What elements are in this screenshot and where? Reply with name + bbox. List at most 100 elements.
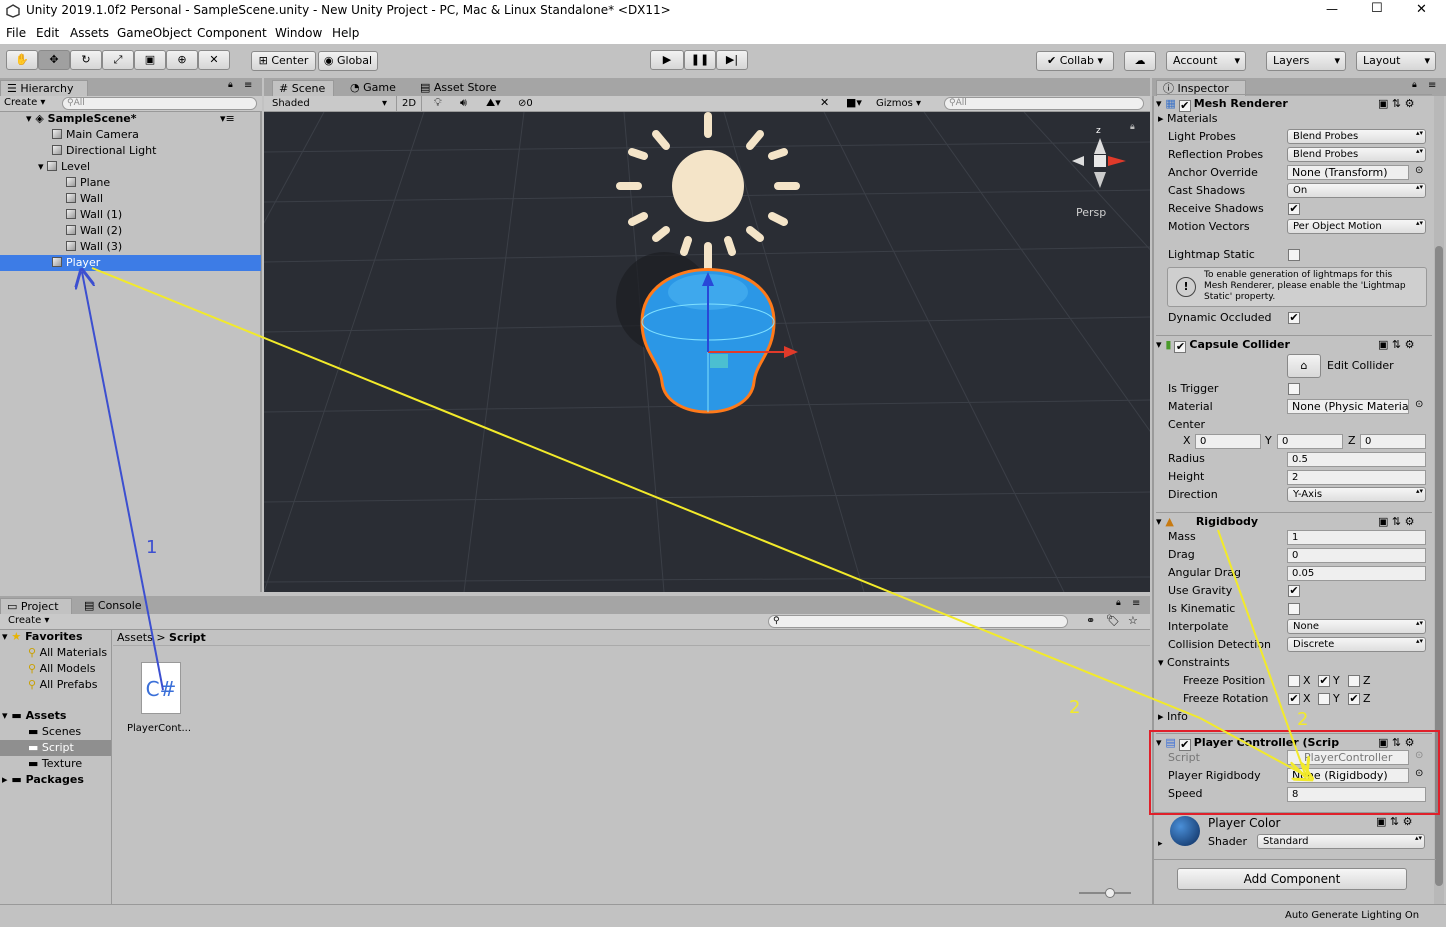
hierarchy-item-player[interactable]: Player — [0, 255, 261, 271]
favorite-all-models[interactable]: ⚲ All Models — [28, 662, 95, 675]
hierarchy-item-wall-1[interactable]: Wall (1) — [0, 207, 261, 223]
scene-search-input[interactable]: ⚲All — [944, 97, 1144, 110]
scene-viewport[interactable]: z Persp 🔒︎ — [264, 112, 1150, 592]
folder-scenes[interactable]: ▬ Scenes — [28, 725, 81, 738]
assets-folder[interactable]: ▾ ▬ Assets — [2, 709, 66, 722]
packages-folder[interactable]: ▸ ▬ Packages — [2, 773, 84, 786]
drag-field[interactable]: 0 — [1287, 548, 1426, 563]
scale-tool-icon[interactable]: ⤢ — [102, 50, 134, 70]
project-menu-icon[interactable]: ≡ — [1132, 598, 1140, 609]
hierarchy-create-button[interactable]: Create ▾ — [4, 97, 45, 108]
lighting-toggle-icon[interactable]: 💡︎ — [434, 96, 442, 110]
transform-tool-icon[interactable]: ⊕ — [166, 50, 198, 70]
filter-type-icon[interactable]: ⚭ — [1086, 614, 1095, 627]
layout-dropdown[interactable]: Layout ▾ — [1356, 51, 1436, 71]
rect-tool-icon[interactable]: ▣ — [134, 50, 166, 70]
center-x-field[interactable]: 0 — [1195, 434, 1261, 449]
move-tool-icon[interactable]: ✥ — [38, 50, 70, 70]
script-file-label[interactable]: PlayerCont... — [127, 723, 191, 734]
lightmap-static-checkbox[interactable] — [1288, 249, 1300, 261]
collider-material-field[interactable]: None (Physic Materia — [1287, 399, 1409, 414]
center-y-field[interactable]: 0 — [1277, 434, 1343, 449]
project-create-button[interactable]: Create ▾ — [8, 615, 49, 626]
hand-tool-icon[interactable]: ✋ — [6, 50, 38, 70]
materials-foldout[interactable]: ▸ Materials — [1158, 111, 1217, 127]
folder-script[interactable]: ▬ Script — [0, 740, 111, 756]
menu-help[interactable]: Help — [332, 26, 359, 40]
play-button[interactable]: ▶ — [650, 50, 684, 70]
layers-dropdown[interactable]: Layers ▾ — [1266, 51, 1346, 71]
hierarchy-item-main-camera[interactable]: Main Camera — [0, 127, 261, 143]
close-button[interactable]: ✕ — [1416, 2, 1427, 17]
rigidbody-header[interactable]: ▾ ▲ Rigidbody ▣ ⇅ ⚙ — [1156, 512, 1432, 530]
hierarchy-item-level[interactable]: ▾ Level — [0, 159, 261, 175]
radius-field[interactable]: 0.5 — [1287, 452, 1426, 467]
mass-field[interactable]: 1 — [1287, 530, 1426, 545]
cast-shadows-dropdown[interactable]: On — [1287, 183, 1426, 198]
folder-texture[interactable]: ▬ Texture — [28, 757, 82, 770]
dynamic-occluded-checkbox[interactable]: ✔ — [1288, 312, 1300, 324]
project-lock-icon[interactable]: 🔒︎ — [1116, 598, 1121, 608]
hierarchy-item-wall-2[interactable]: Wall (2) — [0, 223, 261, 239]
favorite-star-icon[interactable]: ☆ — [1128, 614, 1138, 627]
camera-icon[interactable]: ■▾ — [846, 96, 862, 109]
receive-shadows-checkbox[interactable]: ✔ — [1288, 203, 1300, 215]
constraints-foldout[interactable]: ▾ Constraints — [1158, 655, 1230, 671]
component-settings-icons[interactable]: ▣ ⇅ ⚙ — [1378, 513, 1414, 531]
hierarchy-item-wall-3[interactable]: Wall (3) — [0, 239, 261, 255]
anchor-override-field[interactable]: None (Transform) — [1287, 165, 1409, 180]
reflection-probes-dropdown[interactable]: Blend Probes — [1287, 147, 1426, 162]
shading-mode-dropdown[interactable]: Shaded ▾ — [272, 96, 390, 111]
menu-component[interactable]: Component — [197, 26, 267, 40]
maximize-button[interactable]: ☐ — [1371, 1, 1383, 16]
collab-button[interactable]: ✔ Collab ▾ — [1036, 51, 1114, 71]
height-field[interactable]: 2 — [1287, 470, 1426, 485]
freeze-rotation-x-checkbox[interactable]: ✔ — [1288, 693, 1300, 705]
freeze-position-y-checkbox[interactable]: ✔ — [1318, 675, 1330, 687]
global-button[interactable]: ◉ Global — [318, 51, 378, 71]
favorites-header[interactable]: ▾ ★ Favorites — [2, 630, 83, 643]
shader-dropdown[interactable]: Standard — [1257, 834, 1425, 849]
step-button[interactable]: ▶| — [716, 50, 748, 70]
menu-file[interactable]: File — [6, 26, 26, 40]
hierarchy-item-directional-light[interactable]: Directional Light — [0, 143, 261, 159]
slider-thumb[interactable] — [1105, 888, 1115, 898]
rotate-tool-icon[interactable]: ↻ — [70, 50, 102, 70]
gizmos-dropdown[interactable]: Gizmos ▾ — [876, 96, 932, 111]
icon-size-slider[interactable] — [1079, 888, 1131, 898]
light-probes-dropdown[interactable]: Blend Probes — [1287, 129, 1426, 144]
viewport-lock-icon[interactable]: 🔒︎ — [1130, 122, 1135, 132]
collision-detection-dropdown[interactable]: Discrete — [1287, 637, 1426, 652]
cloud-icon[interactable]: ☁ — [1124, 51, 1156, 71]
tab-asset-store[interactable]: ▤ Asset Store — [414, 80, 503, 96]
hierarchy-search-input[interactable]: ⚲All — [62, 97, 257, 110]
inspector-lock-icon[interactable]: 🔒︎ — [1412, 80, 1417, 90]
2d-toggle[interactable]: 2D — [396, 96, 422, 111]
freeze-position-x-checkbox[interactable] — [1288, 675, 1300, 687]
account-dropdown[interactable]: Account ▾ — [1166, 51, 1246, 71]
add-component-button[interactable]: Add Component — [1177, 868, 1407, 890]
breadcrumb-script[interactable]: Script — [169, 631, 206, 644]
scene-menu-icon[interactable]: ▾≡ — [220, 111, 235, 127]
edit-collider-button[interactable]: ⌂ — [1287, 354, 1321, 378]
is-kinematic-checkbox[interactable] — [1288, 603, 1300, 615]
favorite-all-prefabs[interactable]: ⚲ All Prefabs — [28, 678, 98, 691]
angular-drag-field[interactable]: 0.05 — [1287, 566, 1426, 581]
hierarchy-item-plane[interactable]: Plane — [0, 175, 261, 191]
breadcrumb-assets[interactable]: Assets — [117, 631, 153, 644]
tab-scene[interactable]: # Scene — [272, 80, 334, 96]
pivot-center-button[interactable]: ⊞ Center — [251, 51, 316, 71]
center-z-field[interactable]: 0 — [1360, 434, 1426, 449]
custom-tool-icon[interactable]: ✕ — [198, 50, 230, 70]
component-settings-icons[interactable]: ▣ ⇅ ⚙ — [1378, 336, 1414, 354]
interpolate-dropdown[interactable]: None — [1287, 619, 1426, 634]
hierarchy-item-wall[interactable]: Wall — [0, 191, 261, 207]
favorite-all-materials[interactable]: ⚲ All Materials — [28, 646, 107, 659]
freeze-position-z-checkbox[interactable] — [1348, 675, 1360, 687]
inspector-menu-icon[interactable]: ≡ — [1428, 80, 1436, 91]
csharp-script-icon[interactable]: C# — [141, 662, 181, 714]
object-picker-icon[interactable]: ⊙ — [1415, 399, 1423, 410]
component-settings-icons[interactable]: ▣ ⇅ ⚙ — [1378, 95, 1414, 113]
freeze-rotation-z-checkbox[interactable]: ✔ — [1348, 693, 1360, 705]
direction-dropdown[interactable]: Y-Axis — [1287, 487, 1426, 502]
